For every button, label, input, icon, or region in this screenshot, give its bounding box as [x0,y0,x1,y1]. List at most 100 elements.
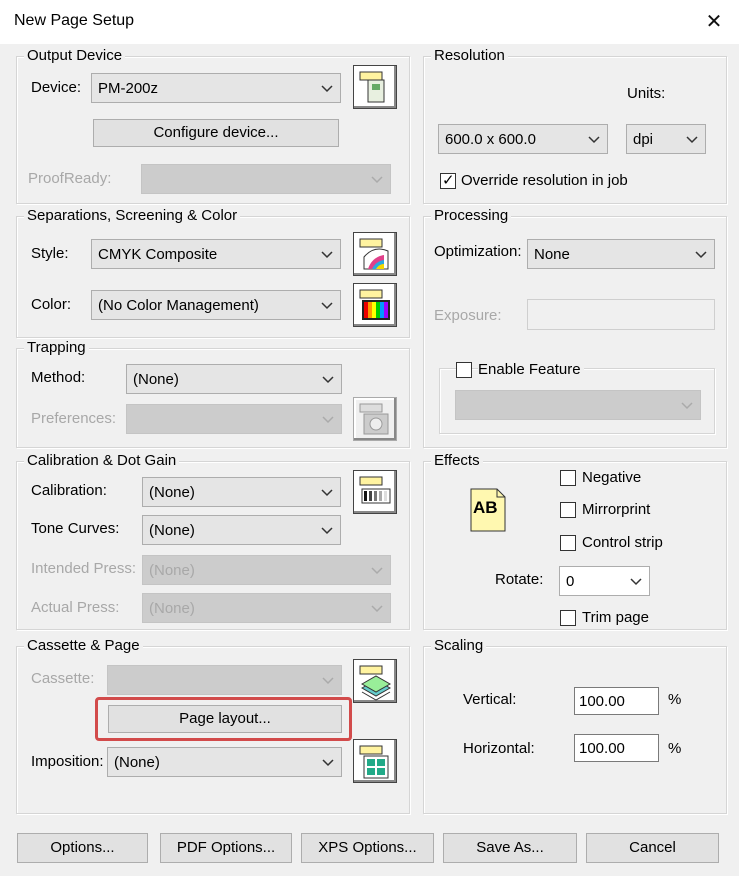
color-properties-icon[interactable] [353,283,397,327]
separations-legend: Separations, Screening & Color [24,207,241,224]
optimization-select[interactable]: None [527,239,715,269]
units-select[interactable]: dpi [626,124,706,154]
effects-preview-text: AB [473,498,498,517]
title-bar: New Page Setup ✕ [0,0,739,44]
chevron-down-icon [322,416,334,424]
rotate-label: Rotate: [495,571,544,588]
color-label: Color: [31,296,72,313]
vertical-value: 100.00 [579,693,625,710]
chevron-down-icon [321,527,333,535]
horizontal-label: Horizontal: [463,740,535,757]
resolution-legend: Resolution [431,47,508,64]
chevron-down-icon [321,302,333,310]
device-select[interactable]: PM-200z [91,73,341,103]
device-properties-icon[interactable] [353,65,397,109]
control-strip-checkbox[interactable] [560,535,576,551]
exposure-label: Exposure: [434,307,502,324]
style-label: Style: [31,245,69,262]
calibration-properties-icon[interactable] [353,470,397,514]
style-value: CMYK Composite [98,246,218,263]
horizontal-input[interactable]: 100.00 [574,734,659,762]
rotate-value: 0 [566,573,575,590]
proofready-select[interactable] [141,164,391,194]
cassette-select[interactable] [107,665,342,695]
calibration-value: (None) [149,484,195,501]
calibration-select[interactable]: (None) [142,477,341,507]
negative-checkbox[interactable] [560,470,576,486]
override-resolution-label[interactable]: Override resolution in job [461,172,628,189]
optimization-value: None [534,246,570,263]
chevron-down-icon [588,136,600,144]
configure-device-button[interactable]: Configure device... [93,119,339,147]
vertical-percent: % [668,691,682,708]
exposure-input[interactable] [527,299,715,330]
horizontal-value: 100.00 [579,740,625,757]
style-properties-icon[interactable] [353,232,397,276]
actual-press-select[interactable]: (None) [142,593,391,623]
style-select[interactable]: CMYK Composite [91,239,341,269]
tone-curves-select[interactable]: (None) [142,515,341,545]
device-value: PM-200z [98,80,159,97]
page-layout-button[interactable]: Page layout... [108,705,342,733]
resolution-select[interactable]: 600.0 x 600.0 [438,124,608,154]
rotate-select[interactable]: 0 [559,566,650,596]
imposition-properties-icon[interactable] [353,739,397,783]
negative-label[interactable]: Negative [582,469,641,486]
output-device-legend: Output Device [24,47,126,64]
chevron-down-icon [681,402,693,410]
imposition-value: (None) [114,754,160,771]
effects-preview-icon: AB [470,488,506,532]
trim-page-checkbox[interactable] [560,610,576,626]
control-strip-label[interactable]: Control strip [582,534,663,551]
processing-legend: Processing [431,207,512,224]
units-value: dpi [633,131,654,148]
mirrorprint-label[interactable]: Mirrorprint [582,501,650,518]
xps-options-button[interactable]: XPS Options... [301,833,434,863]
trapping-properties-icon[interactable] [353,397,397,441]
effects-legend: Effects [431,452,483,469]
tone-curves-value: (None) [149,522,195,539]
enable-feature-checkbox[interactable] [456,362,472,378]
checkmark-icon: ✓ [442,172,455,189]
scaling-group [423,646,727,814]
method-label: Method: [31,369,86,386]
pdf-options-button[interactable]: PDF Options... [160,833,292,863]
intended-press-label: Intended Press: [31,560,137,577]
save-as-button[interactable]: Save As... [443,833,577,863]
chevron-down-icon [695,251,707,259]
preferences-label: Preferences: [31,410,117,427]
color-select[interactable]: (No Color Management) [91,290,341,320]
calibration-label: Calibration: [31,482,107,499]
chevron-down-icon [321,85,333,93]
proofready-label: ProofReady: [28,170,112,187]
intended-press-value: (None) [149,562,195,579]
trim-page-label[interactable]: Trim page [582,609,649,626]
override-resolution-checkbox[interactable]: ✓ [440,172,456,189]
cancel-button[interactable]: Cancel [586,833,719,863]
intended-press-select[interactable]: (None) [142,555,391,585]
enable-feature-label[interactable]: Enable Feature [478,361,584,378]
preferences-select[interactable] [126,404,342,434]
chevron-down-icon [371,605,383,613]
imposition-select[interactable]: (None) [107,747,342,777]
color-value: (No Color Management) [98,297,259,314]
options-button[interactable]: Options... [17,833,148,863]
chevron-down-icon [321,489,333,497]
feature-select[interactable] [455,390,701,420]
window-title: New Page Setup [14,12,135,29]
chevron-down-icon [371,176,383,184]
vertical-label: Vertical: [463,691,517,708]
cassette-legend: Cassette & Page [24,637,143,654]
cassette-properties-icon[interactable] [353,659,397,703]
actual-press-value: (None) [149,600,195,617]
device-label: Device: [31,79,82,96]
chevron-down-icon [630,578,642,586]
method-value: (None) [133,371,179,388]
vertical-input[interactable]: 100.00 [574,687,659,715]
close-icon[interactable]: ✕ [698,6,730,38]
chevron-down-icon [321,251,333,259]
resolution-value: 600.0 x 600.0 [445,131,536,148]
calibration-legend: Calibration & Dot Gain [24,452,180,469]
method-select[interactable]: (None) [126,364,342,394]
mirrorprint-checkbox[interactable] [560,502,576,518]
